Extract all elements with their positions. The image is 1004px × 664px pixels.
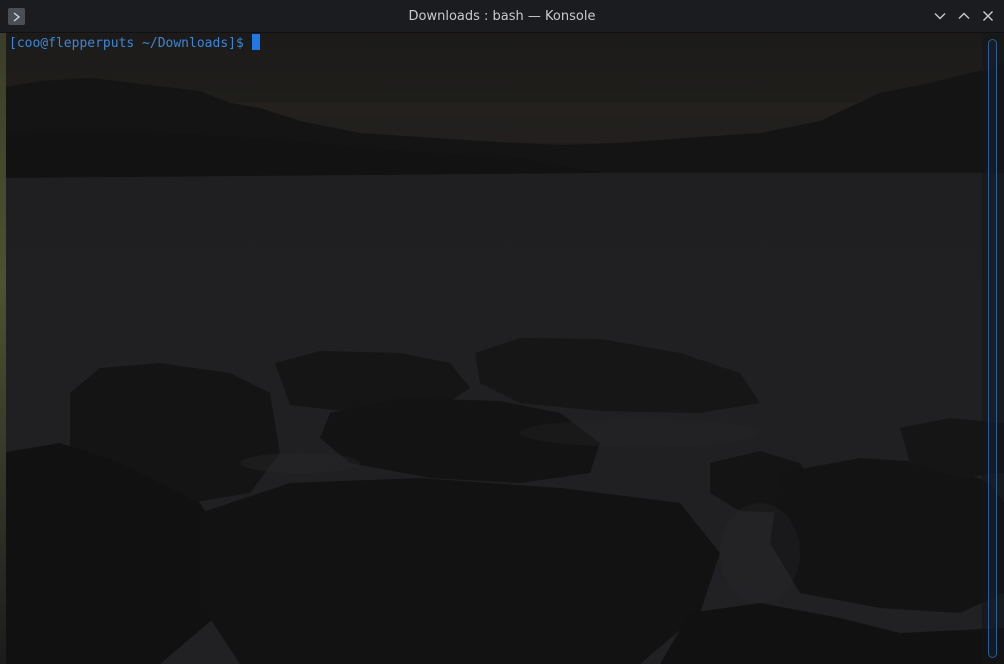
close-button[interactable] [980,8,996,24]
block-cursor [251,34,260,50]
scrollbar[interactable] [982,33,1004,664]
minimize-icon [934,13,946,20]
terminal-area[interactable]: [coo@flepperputs ~/Downloads]$ [0,33,1004,664]
close-icon [983,11,993,21]
titlebar[interactable]: Downloads : bash — Konsole [0,0,1004,33]
minimize-button[interactable] [932,8,948,24]
window-title: Downloads : bash — Konsole [408,9,596,24]
konsole-window: Downloads : bash — Konsole [coo@flepperp… [0,0,1004,664]
wallpaper-background [0,33,1004,664]
maximize-button[interactable] [956,8,972,24]
window-left-edge [0,33,6,664]
maximize-icon [958,12,970,19]
shell-prompt: [coo@flepperputs ~/Downloads]$ [9,36,244,51]
shell-prompt-line[interactable]: [coo@flepperputs ~/Downloads]$ [9,34,260,52]
scrollbar-handle[interactable] [988,39,997,658]
